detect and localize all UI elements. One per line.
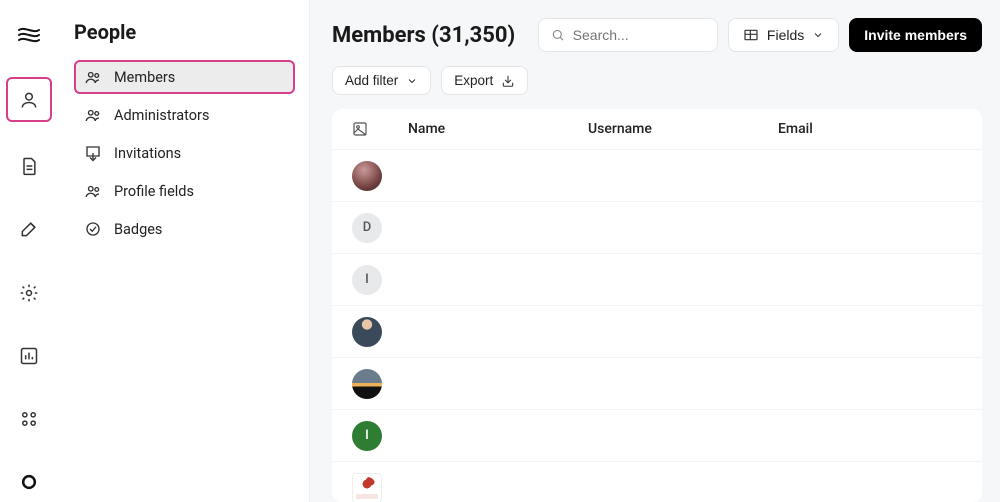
avatar: I bbox=[352, 421, 382, 451]
image-icon bbox=[352, 121, 368, 137]
search-input-wrapper[interactable] bbox=[538, 18, 718, 52]
rail-apps[interactable] bbox=[9, 399, 49, 438]
sidebar-item-administrators[interactable]: Administrators bbox=[74, 98, 295, 132]
circle-icon bbox=[19, 472, 39, 492]
gear-icon bbox=[19, 283, 39, 303]
column-email[interactable]: Email bbox=[778, 121, 962, 137]
table-row[interactable] bbox=[332, 357, 982, 409]
avatar bbox=[352, 369, 382, 399]
grid-icon bbox=[19, 409, 39, 429]
search-input[interactable] bbox=[573, 27, 705, 43]
edit-icon bbox=[19, 219, 39, 239]
filters-row: Add filter Export bbox=[332, 66, 982, 95]
chart-icon bbox=[19, 346, 39, 366]
rail-analytics[interactable] bbox=[9, 336, 49, 375]
rail-documents[interactable] bbox=[9, 146, 49, 185]
badges-icon bbox=[84, 220, 102, 238]
sidebar-item-members[interactable]: Members bbox=[74, 60, 295, 94]
fields-button[interactable]: Fields bbox=[728, 18, 839, 52]
sidebar-item-label: Profile fields bbox=[114, 183, 194, 200]
invitations-icon bbox=[84, 144, 102, 162]
rail-circle[interactable] bbox=[9, 463, 49, 502]
sidebar-item-label: Invitations bbox=[114, 145, 181, 162]
sidebar-item-label: Administrators bbox=[114, 107, 209, 124]
members-table: Name Username Email D I I bbox=[332, 109, 982, 502]
sidebar-item-profile-fields[interactable]: Profile fields bbox=[74, 174, 295, 208]
search-icon bbox=[551, 27, 565, 43]
document-icon bbox=[19, 156, 39, 176]
sidebar-title: People bbox=[74, 20, 295, 44]
profile-fields-icon bbox=[84, 182, 102, 200]
table-row[interactable]: D bbox=[332, 201, 982, 253]
avatar bbox=[352, 161, 382, 191]
sidebar-item-label: Badges bbox=[114, 221, 162, 238]
export-label: Export bbox=[454, 73, 493, 88]
table-header: Name Username Email bbox=[332, 109, 982, 149]
members-icon bbox=[84, 68, 102, 86]
avatar: I bbox=[352, 265, 382, 295]
table-icon bbox=[743, 27, 759, 43]
sidebar-item-invitations[interactable]: Invitations bbox=[74, 136, 295, 170]
chevron-down-icon bbox=[812, 29, 824, 41]
table-row[interactable]: I bbox=[332, 253, 982, 305]
rail-people[interactable] bbox=[6, 77, 52, 122]
invite-button-label: Invite members bbox=[864, 27, 967, 43]
table-row[interactable] bbox=[332, 149, 982, 201]
download-icon bbox=[501, 74, 515, 88]
wave-logo-icon bbox=[18, 25, 40, 43]
column-name[interactable]: Name bbox=[408, 121, 588, 137]
app-logo[interactable] bbox=[9, 14, 49, 53]
sidebar: People Members Administrators bbox=[58, 0, 310, 502]
column-username[interactable]: Username bbox=[588, 121, 778, 137]
rail-settings[interactable] bbox=[9, 273, 49, 312]
add-filter-label: Add filter bbox=[345, 73, 398, 88]
invite-members-button[interactable]: Invite members bbox=[849, 18, 982, 52]
sidebar-item-label: Members bbox=[114, 69, 175, 86]
avatar bbox=[352, 317, 382, 347]
sidebar-nav: Members Administrators Invitations bbox=[74, 60, 295, 246]
icon-rail bbox=[0, 0, 58, 502]
table-row[interactable]: I bbox=[332, 409, 982, 461]
column-avatar[interactable] bbox=[352, 121, 408, 137]
add-filter-button[interactable]: Add filter bbox=[332, 66, 431, 95]
fields-button-label: Fields bbox=[767, 27, 804, 43]
main: Members (31,350) Fields Invite members A… bbox=[310, 0, 1000, 502]
chevron-down-icon bbox=[406, 75, 418, 87]
rail-compose[interactable] bbox=[9, 210, 49, 249]
avatar bbox=[352, 473, 382, 502]
sidebar-item-badges[interactable]: Badges bbox=[74, 212, 295, 246]
avatar: D bbox=[352, 213, 382, 243]
page-title: Members (31,350) bbox=[332, 23, 528, 48]
export-button[interactable]: Export bbox=[441, 66, 528, 95]
person-icon bbox=[19, 90, 39, 110]
table-row[interactable] bbox=[332, 305, 982, 357]
topbar: Members (31,350) Fields Invite members bbox=[332, 18, 982, 52]
administrators-icon bbox=[84, 106, 102, 124]
table-row[interactable] bbox=[332, 461, 982, 502]
